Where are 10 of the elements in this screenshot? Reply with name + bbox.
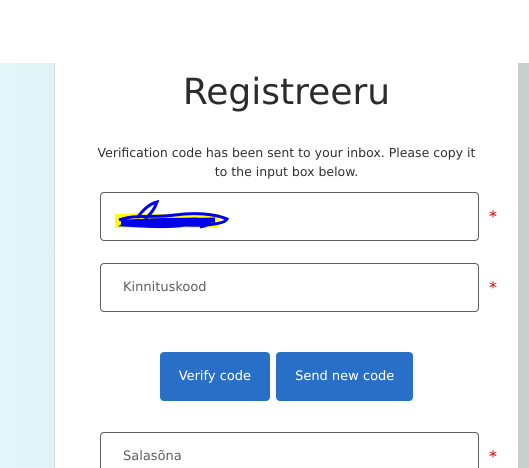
input-field[interactable]: Kinnituskood <box>100 263 479 312</box>
verification-message: Verification code has been sent to your inbox. Please copy it to the input box below. <box>96 144 476 181</box>
input-field[interactable]: Salasõna <box>100 432 479 468</box>
page-title: Registreeru <box>182 71 392 115</box>
action-button[interactable]: Verify code <box>160 352 270 401</box>
action-button[interactable]: Send new code <box>276 352 414 401</box>
required-mark: * <box>489 207 497 226</box>
required-mark: * <box>489 447 497 466</box>
required-mark: * <box>489 278 497 297</box>
email-field[interactable] <box>100 192 479 241</box>
